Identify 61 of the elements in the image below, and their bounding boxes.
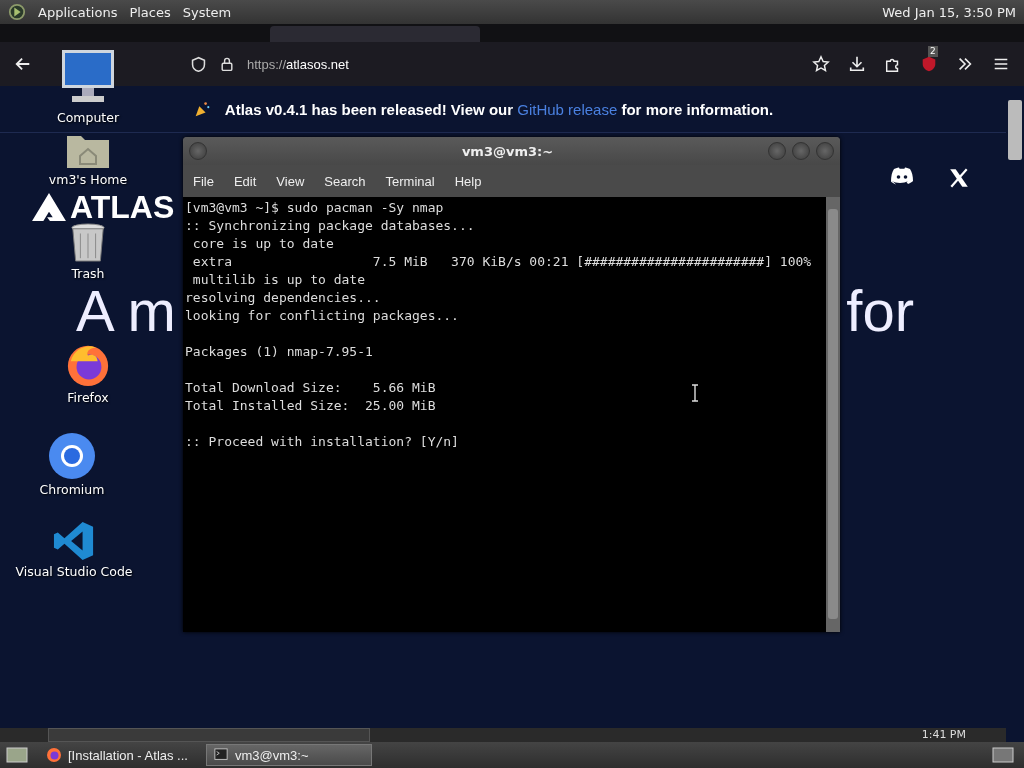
headline-text: for <box>846 282 914 340</box>
banner-message: Atlas v0.4.1 has been released! View our GitHub release for more information. <box>224 100 774 118</box>
terminal-line: resolving dependencies... <box>185 290 381 305</box>
panel-menu[interactable]: System <box>182 4 232 20</box>
chevrons-icon[interactable] <box>956 55 974 73</box>
terminal-line: Total Download Size: 5.66 MiB <box>185 380 436 395</box>
scrollbar-thumb[interactable] <box>828 209 838 619</box>
terminal-line: core is up to date <box>191 236 334 251</box>
menu-item[interactable]: Terminal <box>385 173 435 189</box>
headline-text: A m <box>76 282 176 340</box>
vscode-icon[interactable] <box>53 520 95 562</box>
workspace-icon[interactable] <box>992 746 1014 764</box>
menu-item[interactable]: Help <box>454 173 482 189</box>
shield-extension-icon[interactable] <box>920 55 938 73</box>
menu-item[interactable]: File <box>193 173 214 189</box>
extension-badge: 2 <box>928 46 938 57</box>
terminal-line: [vm3@vm3 ~]$ sudo pacman -Sy nmap <box>185 200 444 215</box>
panel-menu[interactable]: Places <box>129 4 171 20</box>
terminal-line: Packages (1) nmap-7.95-1 <box>185 344 373 359</box>
desktop-icon-label[interactable]: Visual Studio Code <box>15 564 133 579</box>
taskbar-button[interactable]: vm3@vm3:~ <box>206 744 372 766</box>
github-release-link[interactable]: GitHub release <box>517 100 618 118</box>
desktop-icon-label[interactable]: Computer <box>56 110 120 125</box>
panel-menu[interactable]: Applications <box>38 4 118 20</box>
clock[interactable]: Wed Jan 15, 3:50 PM <box>882 4 1018 20</box>
desktop-icon-label[interactable]: Trash <box>71 266 105 281</box>
desktop-icon-label[interactable]: Chromium <box>39 482 105 497</box>
menu-item[interactable]: Search <box>324 173 366 189</box>
terminal-line: multilib is up to date <box>191 272 365 287</box>
desktop-icon-label[interactable]: vm3's Home <box>48 172 128 187</box>
taskbar-button[interactable]: [Installation - Atlas ... <box>40 744 200 766</box>
app-menu-icon[interactable] <box>8 3 26 21</box>
x-logo-icon[interactable] <box>948 167 970 189</box>
desktop-icon-label[interactable]: Firefox <box>67 390 109 405</box>
terminal-line: :: Proceed with installation? [Y/n] <box>185 434 459 449</box>
shield-icon[interactable] <box>190 55 207 73</box>
url-text: https://atlasos.net <box>247 56 349 72</box>
window-title: vm3@vm3:~ <box>460 143 555 159</box>
trash-icon[interactable] <box>69 222 107 264</box>
firefox-icon <box>46 747 62 763</box>
terminal-line: Total Installed Size: 25.00 MiB <box>185 398 436 413</box>
back-arrow-icon[interactable] <box>14 55 32 73</box>
terminal-icon <box>213 748 229 762</box>
lock-icon[interactable] <box>219 56 235 72</box>
star-icon[interactable] <box>812 55 830 73</box>
clock: 1:41 PM <box>921 728 966 742</box>
triangle-logo-icon <box>30 191 68 223</box>
scrollbar[interactable] <box>826 197 840 632</box>
scrollbar-thumb[interactable] <box>1008 100 1022 160</box>
menu-item[interactable]: Edit <box>233 173 257 189</box>
terminal-line: looking for conflicting packages... <box>185 308 459 323</box>
text-cursor-icon <box>691 384 699 402</box>
show-desktop-icon[interactable] <box>6 746 28 764</box>
chromium-icon[interactable] <box>48 432 96 480</box>
search-field[interactable] <box>48 728 370 742</box>
terminal-line: extra 7.5 MiB 370 KiB/s 00:21 [#######################] 100% <box>191 254 812 269</box>
terminal-line: :: Synchronizing package databases... <box>185 218 475 233</box>
menu-item[interactable]: View <box>276 173 305 189</box>
discord-icon[interactable] <box>890 167 914 185</box>
download-icon[interactable] <box>848 55 866 73</box>
logo-text: ATLAS <box>70 191 175 223</box>
